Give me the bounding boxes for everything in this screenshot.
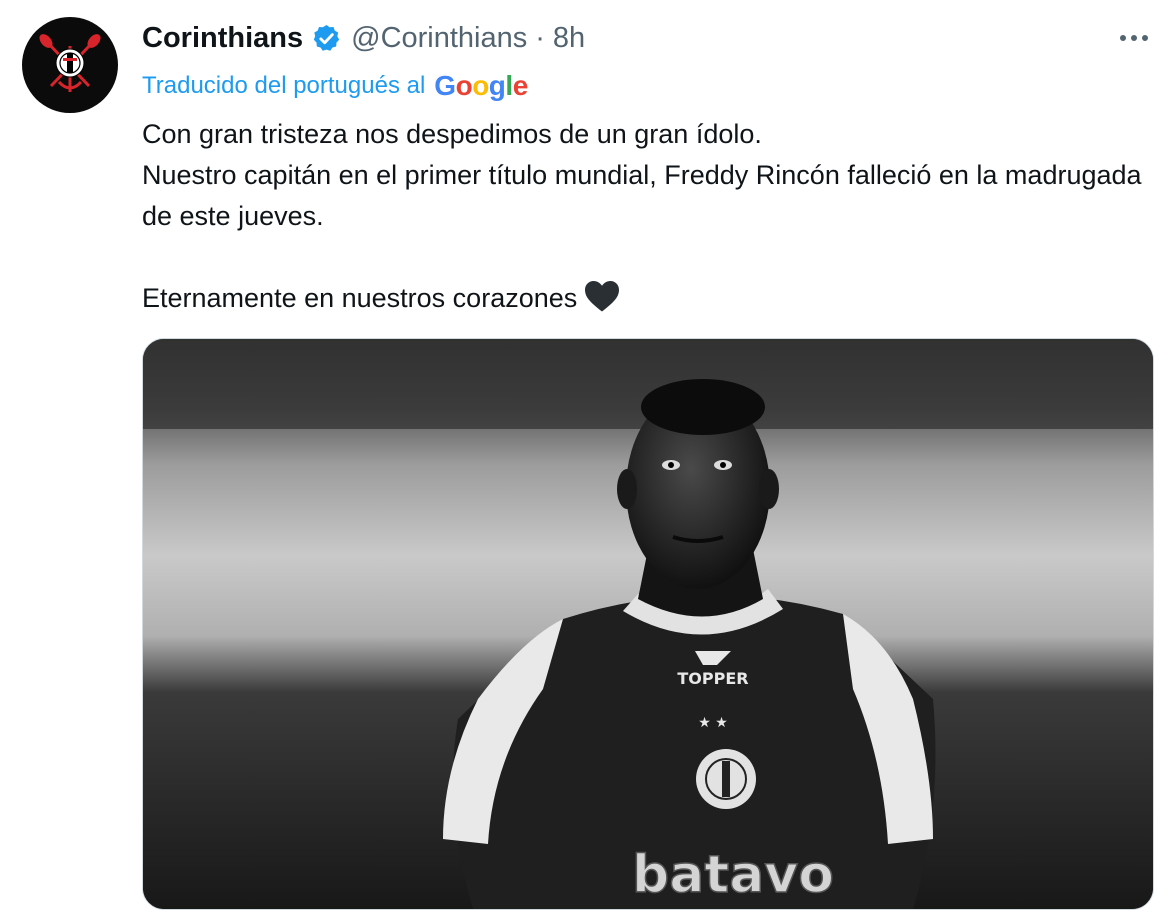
verified-badge-icon xyxy=(311,23,342,54)
user-handle[interactable]: @Corinthians xyxy=(351,22,527,55)
separator-dot: · xyxy=(535,21,545,54)
google-letter: o xyxy=(472,70,489,101)
google-letter: g xyxy=(488,70,506,101)
tweet-text-line: Nuestro capitán en el primer título mund… xyxy=(142,160,1142,231)
player-photo: TOPPER ★ ★ batavo xyxy=(143,339,1153,909)
corinthians-crest-icon xyxy=(39,34,101,92)
tweet-timestamp[interactable]: 8h xyxy=(553,22,585,55)
tweet-text-line-content: Eternamente en nuestros corazones xyxy=(142,283,578,313)
display-name[interactable]: Corinthians xyxy=(142,22,303,55)
avatar[interactable] xyxy=(22,17,118,113)
jersey-sponsor: batavo xyxy=(632,845,834,905)
tweet-text-line: Eternamente en nuestros corazones xyxy=(142,278,1142,325)
black-heart-icon xyxy=(583,279,621,325)
jersey-stars: ★ ★ xyxy=(698,715,728,731)
jersey-brand: TOPPER xyxy=(677,669,748,688)
google-letter: o xyxy=(455,70,473,101)
google-logo: G o o g l e xyxy=(434,70,529,102)
google-letter: G xyxy=(434,70,456,101)
tweet-header: Corinthians @Corinthians · 8h xyxy=(142,18,585,58)
google-letter: e xyxy=(512,70,529,101)
translation-label[interactable]: Traducido del portugués al xyxy=(142,72,425,100)
google-letter: l xyxy=(505,70,513,101)
tweet-text: Con gran tristeza nos despedimos de un g… xyxy=(142,114,1142,325)
translation-notice: Traducido del portugués al G o o g l e xyxy=(142,68,528,104)
tweet-text-line: Con gran tristeza nos despedimos de un g… xyxy=(142,119,762,149)
more-options-icon[interactable] xyxy=(1112,22,1156,54)
tweet-photo[interactable]: TOPPER ★ ★ batavo xyxy=(142,338,1154,910)
